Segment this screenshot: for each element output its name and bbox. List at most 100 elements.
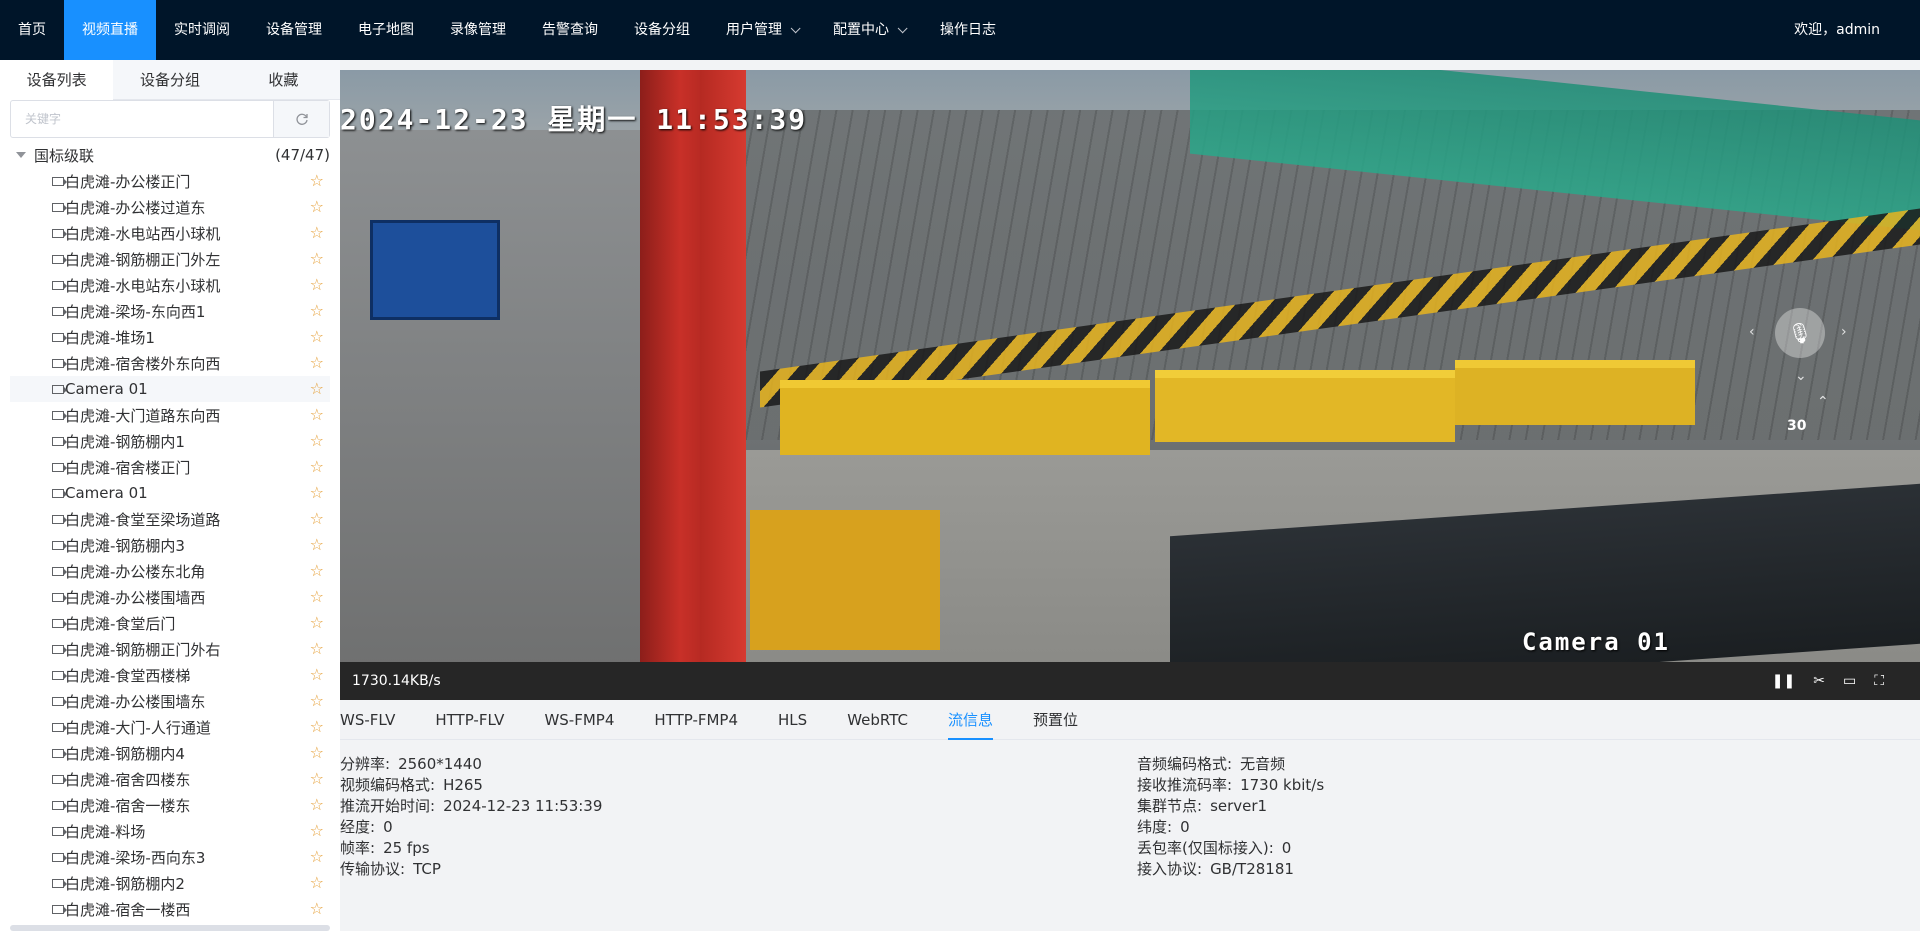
camera-icon (52, 540, 67, 550)
favorite-star-icon[interactable]: ☆ (310, 251, 324, 267)
favorite-star-icon[interactable]: ☆ (310, 303, 324, 319)
device-tree-item[interactable]: 白虎滩-食堂西楼梯 ☆ (10, 662, 330, 688)
tab-ws-fmp4[interactable]: WS-FMP4 (544, 700, 614, 739)
device-tree-item[interactable]: Camera 01 ☆ (10, 480, 330, 506)
nav-live-video[interactable]: 视频直播 (64, 0, 156, 60)
nav-config-center[interactable]: 配置中心 (815, 0, 922, 60)
favorite-star-icon[interactable]: ☆ (310, 823, 324, 839)
refresh-button[interactable] (273, 101, 329, 137)
favorite-star-icon[interactable]: ☆ (310, 225, 324, 241)
fullscreen-icon[interactable]: ⛶ (1874, 673, 1884, 689)
favorite-star-icon[interactable]: ☆ (310, 667, 324, 683)
device-tree-item[interactable]: 白虎滩-办公楼围墙西 ☆ (10, 584, 330, 610)
favorite-star-icon[interactable]: ☆ (310, 797, 324, 813)
chevron-right-icon[interactable]: › (1841, 324, 1847, 340)
tab-http-fmp4[interactable]: HTTP-FMP4 (654, 700, 738, 739)
camera-icon (52, 410, 67, 420)
nav-realtime-view[interactable]: 实时调阅 (156, 0, 248, 60)
nav-alarm-query[interactable]: 告警查询 (524, 0, 616, 60)
device-tree-item[interactable]: 白虎滩-水电站西小球机 ☆ (10, 220, 330, 246)
welcome-user[interactable]: 欢迎，admin (1794, 0, 1880, 60)
favorite-star-icon[interactable]: ☆ (310, 277, 324, 293)
nav-home[interactable]: 首页 (0, 0, 64, 60)
tab-ws-flv[interactable]: WS-FLV (340, 700, 395, 739)
favorite-star-icon[interactable]: ☆ (310, 693, 324, 709)
device-tree-item[interactable]: 白虎滩-钢筋棚正门外左 ☆ (10, 246, 330, 272)
tab-device-groups[interactable]: 设备分组 (113, 60, 227, 100)
favorite-star-icon[interactable]: ☆ (310, 745, 324, 761)
favorite-star-icon[interactable]: ☆ (310, 875, 324, 891)
record-icon[interactable]: ▭ (1843, 673, 1856, 689)
favorite-star-icon[interactable]: ☆ (310, 381, 324, 397)
tab-presets[interactable]: 预置位 (1033, 700, 1078, 739)
device-tree-item[interactable]: 白虎滩-梁场-东向西1 ☆ (10, 298, 330, 324)
device-tree-item[interactable]: 白虎滩-宿舍一楼东 ☆ (10, 792, 330, 818)
chevron-left-icon[interactable]: ‹ (1749, 324, 1755, 340)
device-tree-item[interactable]: 白虎滩-钢筋棚内3 ☆ (10, 532, 330, 558)
device-tree-item[interactable]: 白虎滩-梁场-西向东3 ☆ (10, 844, 330, 870)
favorite-star-icon[interactable]: ☆ (310, 355, 324, 371)
nav-operation-log[interactable]: 操作日志 (922, 0, 1014, 60)
device-tree-item[interactable]: 白虎滩-水电站东小球机 ☆ (10, 272, 330, 298)
screenshot-icon[interactable]: ✂ (1813, 673, 1825, 689)
nav-user-management[interactable]: 用户管理 (708, 0, 815, 60)
favorite-star-icon[interactable]: ☆ (310, 719, 324, 735)
tab-stream-info[interactable]: 流信息 (948, 700, 994, 740)
device-tree-item[interactable]: 白虎滩-堆场1 ☆ (10, 324, 330, 350)
search-input[interactable] (11, 101, 273, 137)
device-tree-item[interactable]: 白虎滩-办公楼围墙东 ☆ (10, 688, 330, 714)
device-tree-item[interactable]: 白虎滩-办公楼过道东 ☆ (10, 194, 330, 220)
device-tree-item[interactable]: 白虎滩-宿舍楼外东向西 ☆ (10, 350, 330, 376)
tab-device-list[interactable]: 设备列表 (0, 60, 114, 100)
tab-http-flv[interactable]: HTTP-FLV (435, 700, 504, 739)
nav-device-groups[interactable]: 设备分组 (616, 0, 708, 60)
nav-device-management[interactable]: 设备管理 (248, 0, 340, 60)
favorite-star-icon[interactable]: ☆ (310, 173, 324, 189)
favorite-star-icon[interactable]: ☆ (310, 433, 324, 449)
device-tree-item[interactable]: 白虎滩-钢筋棚内2 ☆ (10, 870, 330, 896)
device-label: 白虎滩-办公楼东北角 (65, 562, 206, 581)
device-tree-item[interactable]: 白虎滩-钢筋棚内1 ☆ (10, 428, 330, 454)
device-tree-item[interactable]: 白虎滩-办公楼东北角 ☆ (10, 558, 330, 584)
favorite-star-icon[interactable]: ☆ (310, 537, 324, 553)
favorite-star-icon[interactable]: ☆ (310, 485, 324, 501)
favorite-star-icon[interactable]: ☆ (310, 589, 324, 605)
favorite-star-icon[interactable]: ☆ (310, 459, 324, 475)
video-player[interactable]: 2024-12-23 星期一 11:53:39 Camera 01 🎙 ‹ › … (340, 70, 1920, 662)
nav-electronic-map[interactable]: 电子地图 (340, 0, 432, 60)
favorite-star-icon[interactable]: ☆ (310, 511, 324, 527)
device-tree-item[interactable]: 白虎滩-宿舍四楼东 ☆ (10, 766, 330, 792)
favorite-star-icon[interactable]: ☆ (310, 615, 324, 631)
device-tree-item[interactable]: 白虎滩-钢筋棚内4 ☆ (10, 740, 330, 766)
chevron-down-icon[interactable]: ⌄ (1795, 368, 1807, 384)
camera-icon (52, 488, 67, 498)
tree-root-cascade[interactable]: 国标级联 (47/47) (10, 142, 330, 168)
device-tree-item[interactable]: 白虎滩-食堂后门 ☆ (10, 610, 330, 636)
tab-favorites[interactable]: 收藏 (226, 60, 340, 100)
device-tree-item[interactable]: 白虎滩-食堂至梁场道路 ☆ (10, 506, 330, 532)
favorite-star-icon[interactable]: ☆ (310, 199, 324, 215)
favorite-star-icon[interactable]: ☆ (310, 407, 324, 423)
favorite-star-icon[interactable]: ☆ (310, 771, 324, 787)
device-tree-item[interactable]: 白虎滩-办公楼正门 ☆ (10, 168, 330, 194)
horizontal-scrollbar[interactable] (10, 925, 330, 931)
tab-hls[interactable]: HLS (778, 700, 807, 739)
pause-icon[interactable]: ❚❚ (1772, 673, 1795, 689)
device-tree-item[interactable]: 白虎滩-钢筋棚正门外右 ☆ (10, 636, 330, 662)
device-tree-item[interactable]: 白虎滩-料场 ☆ (10, 818, 330, 844)
device-tree-item[interactable]: Camera 01 ☆ (10, 376, 330, 402)
top-navbar: 首页 视频直播 实时调阅 设备管理 电子地图 录像管理 告警查询 设备分组 用户… (0, 0, 1920, 60)
nav-recording-management[interactable]: 录像管理 (432, 0, 524, 60)
device-tree-item[interactable]: 白虎滩-大门-人行通道 ☆ (10, 714, 330, 740)
favorite-star-icon[interactable]: ☆ (310, 563, 324, 579)
device-tree-item[interactable]: 白虎滩-大门道路东向西 ☆ (10, 402, 330, 428)
favorite-star-icon[interactable]: ☆ (310, 329, 324, 345)
device-tree-item[interactable]: 白虎滩-宿舍楼正门 ☆ (10, 454, 330, 480)
tab-webrtc[interactable]: WebRTC (847, 700, 908, 739)
favorite-star-icon[interactable]: ☆ (310, 901, 324, 917)
device-tree-item[interactable]: 白虎滩-宿舍一楼西 ☆ (10, 896, 330, 922)
favorite-star-icon[interactable]: ☆ (310, 849, 324, 865)
chevron-up-icon[interactable]: ⌃ (1817, 394, 1829, 410)
favorite-star-icon[interactable]: ☆ (310, 641, 324, 657)
microphone-button[interactable]: 🎙 (1775, 308, 1825, 358)
